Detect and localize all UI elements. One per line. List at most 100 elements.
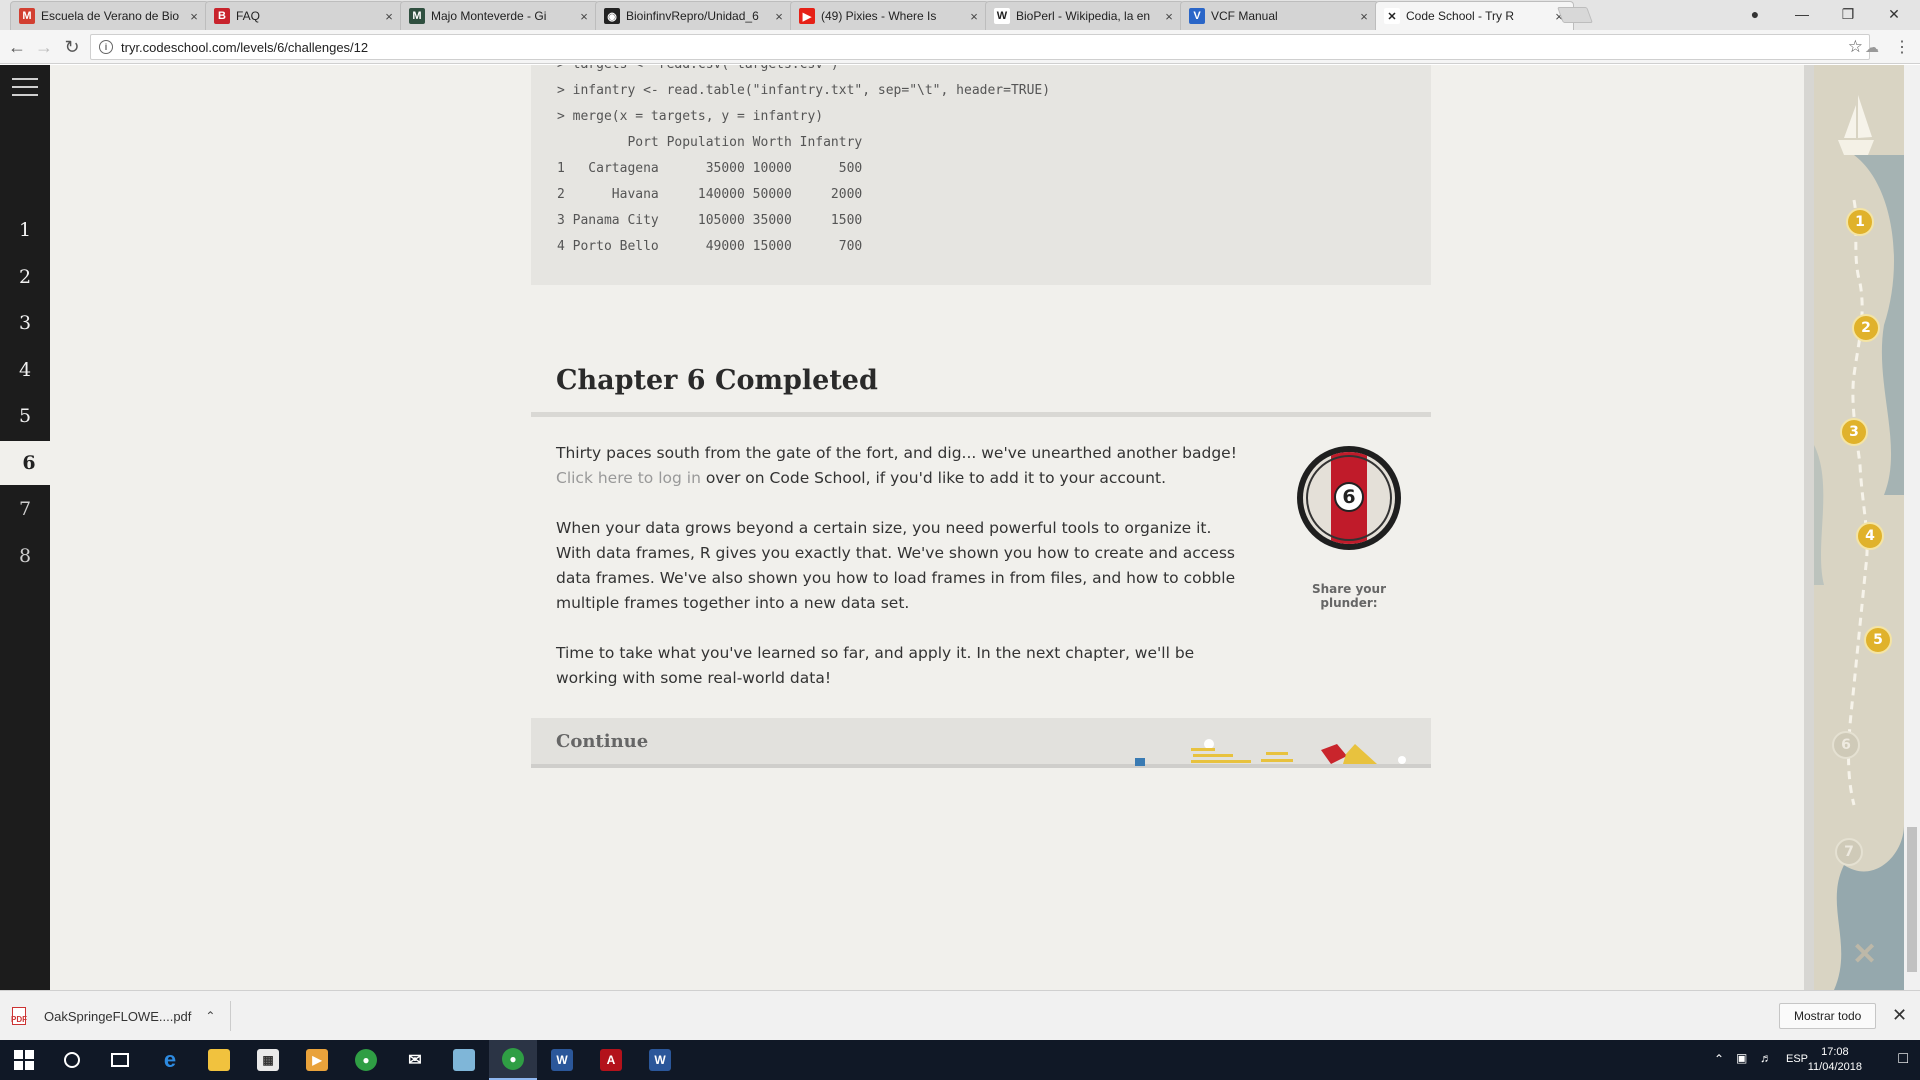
map-node-7[interactable]: 7 [1835,838,1863,866]
browser-tab[interactable]: ✕ Code School - Try R × [1375,1,1574,30]
tab-close-icon[interactable]: × [1356,9,1372,24]
tab-close-icon[interactable]: × [576,9,592,24]
word-icon: W [551,1049,573,1071]
gmail-icon: M [19,8,35,24]
chevron-up-icon[interactable]: ⌃ [205,1009,215,1023]
tab-close-icon[interactable]: × [186,9,202,24]
tab-close-icon[interactable]: × [771,9,787,24]
chrome-active-icon: ● [502,1048,524,1070]
destination-x-icon: ✕ [1852,938,1878,971]
badge-number: 6 [1334,482,1364,512]
close-shelf-icon[interactable]: ✕ [1892,1005,1907,1026]
download-item[interactable]: PDF OakSpringeFLOWE....pdf ⌃ [11,999,215,1033]
console-line: > merge(x = targets, y = infantry) [557,109,824,124]
chapter-badge: 6 [1297,446,1401,550]
taskbar-word-2[interactable]: W [636,1040,684,1080]
chapter-link-2[interactable]: 2 [0,255,50,299]
taskbar-media[interactable]: ▶ [293,1040,341,1080]
taskbar-chrome-active[interactable]: ● [489,1040,537,1080]
tab-close-icon[interactable]: × [966,9,982,24]
continue-button[interactable]: Continue [531,718,1431,768]
hamburger-menu-icon[interactable] [12,78,38,98]
maximize-button[interactable]: ❐ [1826,0,1870,28]
console-line: 2 Havana 140000 50000 2000 [557,187,863,202]
close-window-button[interactable]: ✕ [1872,0,1916,28]
map-node-2[interactable]: 2 [1852,314,1880,342]
download-shelf: PDF OakSpringeFLOWE....pdf ⌃ Mostrar tod… [0,990,1920,1040]
console-line: > infantry <- read.table("infantry.txt",… [557,83,1051,98]
map-node-1[interactable]: 1 [1846,208,1874,236]
chapter-link-8[interactable]: 8 [0,534,50,578]
console-line: 4 Porto Bello 49000 15000 700 [557,239,863,254]
tab-close-icon[interactable]: × [381,9,397,24]
show-all-downloads-button[interactable]: Mostrar todo [1779,1003,1877,1029]
browser-tab[interactable]: M Majo Monteverde - Gi × [400,1,599,30]
start-button[interactable] [0,1040,48,1080]
volume-icon[interactable]: ♬ [1760,1051,1772,1065]
new-tab-button[interactable] [1557,7,1593,23]
browser-tab[interactable]: W BioPerl - Wikipedia, la en × [985,1,1184,30]
map-node-5[interactable]: 5 [1864,626,1892,654]
reload-icon[interactable]: ↻ [60,35,84,59]
page-scrollbar[interactable] [1904,65,1920,990]
chapter-link-3[interactable]: 3 [0,301,50,345]
network-icon[interactable]: ▣ [1736,1051,1747,1065]
cortana-circle-icon [64,1052,80,1068]
site-info-icon[interactable]: i [99,40,113,54]
clock[interactable]: 17:08 11/04/2018 [1808,1045,1862,1075]
tab-close-icon[interactable]: × [1161,9,1177,24]
console-line: > targets <- read.csv("targets.csv") [557,65,839,72]
task-view-button[interactable] [96,1040,144,1080]
taskbar-chrome[interactable]: ● [342,1040,390,1080]
tab-strip: M Escuela de Verano de Bio × B FAQ × M Majo Mon… [0,0,1920,30]
clock-date: 11/04/2018 [1807,1061,1862,1073]
browser-tab[interactable]: V VCF Manual × [1180,1,1379,30]
taskbar-explorer[interactable] [195,1040,243,1080]
chapter-link-7[interactable]: 7 [0,487,50,531]
chapter-link-6[interactable]: 6 [0,440,58,485]
vcf-icon: V [1189,8,1205,24]
address-bar[interactable]: i tryr.codeschool.com/levels/6/challenge… [90,34,1870,60]
chapter-link-5[interactable]: 5 [0,394,50,438]
summary-paragraph: When your data grows beyond a certain si… [556,519,1236,612]
chapter-link-4[interactable]: 4 [0,348,50,392]
browser-tab[interactable]: B FAQ × [205,1,404,30]
pdf-file-icon: PDF [11,1007,27,1025]
windows-taskbar: e ▦ ▶ ● ✉ ● W A W ⌃ ▣ ♬ ESP 17:08 11/04/… [0,1040,1920,1080]
acrobat-icon: A [600,1049,622,1071]
map-node-4[interactable]: 4 [1856,522,1884,550]
taskbar-word[interactable]: W [538,1040,586,1080]
youtube-icon: ▶ [799,8,815,24]
taskbar-acrobat[interactable]: A [587,1040,635,1080]
browser-tab[interactable]: ▶ (49) Pixies - Where Is × [790,1,989,30]
taskbar-app[interactable] [440,1040,488,1080]
extension-icon[interactable]: ☁ [1860,35,1884,59]
map-node-3[interactable]: 3 [1840,418,1868,446]
browser-tab[interactable]: M Escuela de Verano de Bio × [10,1,209,30]
notifications-icon[interactable]: □ [1898,1050,1908,1068]
console-line: 3 Panama City 105000 35000 1500 [557,213,863,228]
browser-tab[interactable]: ◉ BioinfinvRepro/Unidad_6 × [595,1,794,30]
back-arrow-icon[interactable]: ← [5,35,29,59]
github-icon: ◉ [604,8,620,24]
next-chapter-paragraph: Time to take what you've learned so far,… [556,644,1195,687]
forward-arrow-icon[interactable]: → [32,35,56,59]
page-title: Chapter 6 Completed [556,365,878,396]
browser-menu-icon[interactable]: ⋮ [1890,35,1914,59]
profile-icon[interactable]: ● [1733,0,1777,28]
search-button[interactable] [48,1040,96,1080]
page-viewport: > targets <- read.csv("targets.csv") > in… [0,65,1920,990]
taskbar-mail[interactable]: ✉ [391,1040,439,1080]
console-line: 1 Cartagena 35000 10000 500 [557,161,863,176]
scrollbar-thumb[interactable] [1907,827,1917,972]
taskbar-store[interactable]: ▦ [244,1040,292,1080]
map-node-6[interactable]: 6 [1832,731,1860,759]
taskbar-edge[interactable]: e [146,1040,194,1080]
login-link[interactable]: Click here to log in [556,469,701,487]
chapter-link-1[interactable]: 1 [0,208,50,252]
minimize-button[interactable]: — [1780,0,1824,28]
chevron-up-tray-icon[interactable]: ⌃ [1714,1052,1724,1066]
tab-title: BioinfinvRepro/Unidad_6 [626,9,759,23]
tab-title: FAQ [236,9,261,23]
language-indicator[interactable]: ESP [1786,1053,1808,1065]
